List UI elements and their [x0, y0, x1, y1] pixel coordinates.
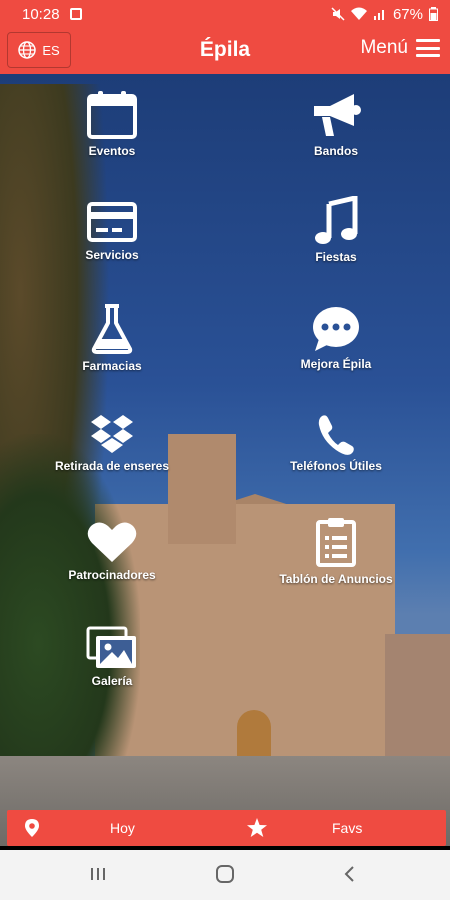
images-icon: [86, 626, 136, 668]
battery-icon: [429, 7, 438, 21]
grid-item-retirada-de-enseres[interactable]: Retirada de enseres: [32, 413, 192, 473]
favs-button[interactable]: Favs: [332, 810, 362, 846]
status-icons: 67%: [331, 6, 438, 23]
music-note-icon: [315, 196, 358, 244]
battery-percent: 67%: [392, 5, 423, 23]
today-button[interactable]: Hoy: [110, 810, 135, 846]
grid-label: Bandos: [313, 144, 358, 158]
status-bar: 10:28 67%: [0, 0, 450, 28]
bottom-bar: Hoy Favs: [7, 810, 446, 846]
grid-item-servicios[interactable]: Servicios: [32, 200, 192, 262]
system-nav-bar: [0, 850, 450, 900]
grid-item-eventos[interactable]: Eventos: [32, 90, 192, 158]
app-header: ES Épila Menú: [0, 28, 450, 74]
credit-card-icon: [87, 202, 137, 242]
chat-bubble-icon: [313, 307, 359, 351]
menu-label: Menú: [360, 37, 408, 58]
menu-button[interactable]: Menú: [360, 37, 440, 59]
grid-item-farmacias[interactable]: Farmacias: [32, 303, 192, 373]
grid-label: Tablón de Anuncios: [279, 572, 393, 586]
calendar-icon: [87, 91, 137, 139]
clipboard-icon: [316, 518, 356, 567]
grid-label: Farmacias: [82, 359, 142, 373]
notification-icon: [69, 8, 82, 20]
grid-label: Teléfonos Útiles: [290, 459, 382, 473]
today-pin-icon[interactable]: [25, 810, 39, 846]
grid-label: Fiestas: [315, 250, 357, 264]
mute-icon: [331, 7, 345, 21]
grid-item-patrocinadores[interactable]: Patrocinadores: [32, 520, 192, 582]
heart-icon: [87, 522, 137, 562]
megaphone-icon: [314, 94, 361, 136]
star-icon[interactable]: [246, 810, 268, 846]
status-time: 10:28: [22, 5, 60, 23]
phone-icon: [318, 415, 354, 455]
grid-item-telefonos-utiles[interactable]: Teléfonos Útiles: [256, 413, 416, 473]
grid-label: Retirada de enseres: [54, 459, 170, 473]
grid-item-fiestas[interactable]: Fiestas: [256, 196, 416, 264]
dropbox-icon: [91, 415, 133, 453]
grid-item-mejora-epila[interactable]: Mejora Épila: [256, 305, 416, 371]
grid-label: Eventos: [88, 144, 136, 158]
wifi-icon: [350, 7, 367, 20]
signal-icon: [373, 10, 384, 20]
grid-label: Servicios: [85, 248, 139, 262]
grid-item-galeria[interactable]: Galería: [32, 626, 192, 688]
flask-icon: [91, 304, 133, 354]
grid-item-tablon-de-anuncios[interactable]: Tablón de Anuncios: [256, 516, 416, 586]
home-icon[interactable]: [215, 864, 235, 884]
grid-item-bandos[interactable]: Bandos: [256, 90, 416, 158]
grid-label: Patrocinadores: [68, 568, 156, 582]
recent-apps-icon[interactable]: [88, 864, 108, 884]
grid-label: Mejora Épila: [300, 357, 372, 371]
back-icon[interactable]: [340, 864, 360, 884]
hamburger-icon: [416, 39, 440, 57]
grid-label: Galería: [91, 674, 133, 688]
